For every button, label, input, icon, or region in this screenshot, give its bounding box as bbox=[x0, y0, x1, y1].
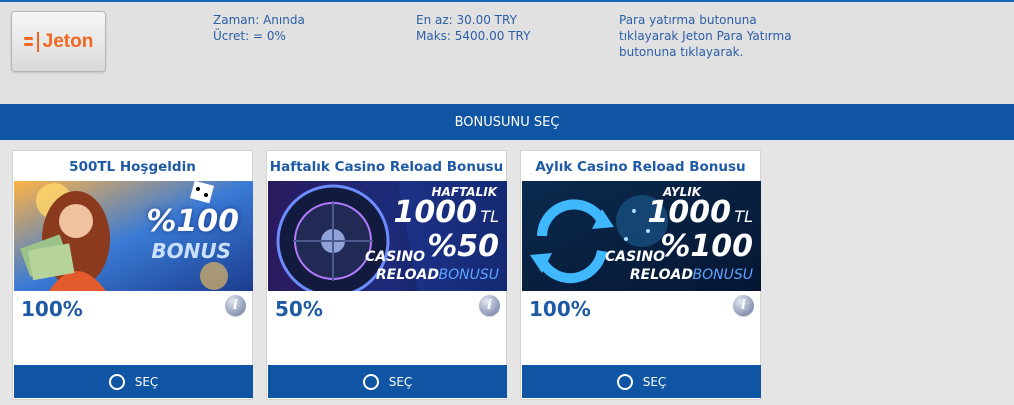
info-icon[interactable]: i bbox=[479, 295, 500, 316]
info-icon[interactable]: i bbox=[733, 295, 754, 316]
bonus-percentage: 100% bbox=[21, 297, 83, 321]
jeton-payment-button[interactable]: Jeton bbox=[11, 11, 106, 72]
select-label: SEÇ bbox=[388, 374, 413, 389]
bonus-banner-image: HAFTALIK 1000 TL %50 CASINO RELOAD BONUS… bbox=[268, 181, 507, 291]
info-icon[interactable]: i bbox=[225, 295, 246, 316]
select-bonus-button[interactable]: SEÇ bbox=[522, 365, 761, 398]
bonus-percentage: 50% bbox=[275, 297, 323, 321]
select-label: SEÇ bbox=[134, 374, 159, 389]
select-bonus-button[interactable]: SEÇ bbox=[14, 365, 253, 398]
select-bonus-button[interactable]: SEÇ bbox=[268, 365, 507, 398]
radio-icon[interactable] bbox=[108, 373, 125, 390]
bonus-percentage: 100% bbox=[529, 297, 591, 321]
bonus-card-welcome: 500TL Hoşgeldin %100 BONUS 100% i SEÇ bbox=[12, 150, 253, 400]
radio-icon[interactable] bbox=[616, 373, 633, 390]
banner-unit-text: TL bbox=[734, 207, 753, 226]
payment-method-panel: Jeton Zaman: Anında Ücret: = 0% En az: 3… bbox=[0, 2, 1014, 104]
banner-percent-text: %100 bbox=[146, 204, 239, 239]
banner-bonus-text: BONUS bbox=[151, 239, 231, 263]
select-label: SEÇ bbox=[642, 374, 667, 389]
max-label: Maks: 5400.00 TRY bbox=[416, 29, 531, 43]
jeton-logo-icon bbox=[23, 37, 33, 46]
time-label: Zaman: Anında bbox=[213, 13, 305, 27]
bonus-card-title: 500TL Hoşgeldin bbox=[69, 159, 196, 175]
banner-bonusu-text: BONUSU bbox=[438, 267, 499, 283]
bonus-card-title: Haftalık Casino Reload Bonusu bbox=[269, 159, 504, 175]
bonus-card-weekly-reload: Haftalık Casino Reload Bonusu HAFTALIK 1… bbox=[266, 150, 507, 400]
bonus-banner-image: %100 BONUS bbox=[14, 181, 253, 291]
payment-description: Para yatırma butonuna tıklayarak Jeton P… bbox=[619, 13, 792, 59]
banner-casino-text: CASINO bbox=[604, 249, 665, 265]
limits-info: En az: 30.00 TRY Maks: 5400.00 TRY bbox=[416, 12, 530, 44]
banner-amount-text: 1000 bbox=[393, 195, 478, 230]
banner-bonusu-text: BONUSU bbox=[692, 267, 753, 283]
bonus-card-monthly-reload: Aylık Casino Reload Bonusu AYLIK 1000 TL… bbox=[520, 150, 761, 400]
timing-fee-info: Zaman: Anında Ücret: = 0% bbox=[213, 12, 305, 44]
banner-reload-text: RELOAD bbox=[375, 267, 439, 283]
bonus-card-title: Aylık Casino Reload Bonusu bbox=[535, 159, 746, 175]
jeton-logo-text: Jeton bbox=[42, 30, 94, 52]
banner-unit-text: TL bbox=[480, 207, 499, 226]
fee-label: Ücret: = 0% bbox=[213, 29, 286, 43]
banner-rate-text: %100 bbox=[660, 229, 753, 264]
radio-icon[interactable] bbox=[362, 373, 379, 390]
banner-casino-text: CASINO bbox=[364, 249, 425, 265]
banner-rate-text: %50 bbox=[427, 229, 499, 264]
bonus-section-header: BONUSUNU SEÇ bbox=[0, 104, 1014, 140]
bonus-cards: 500TL Hoşgeldin %100 BONUS 100% i SEÇ Ha… bbox=[0, 140, 1014, 405]
bonus-banner-image: AYLIK 1000 TL %100 CASINO RELOAD BONUSU bbox=[522, 181, 761, 291]
banner-reload-text: RELOAD bbox=[629, 267, 693, 283]
banner-amount-text: 1000 bbox=[647, 195, 732, 230]
min-label: En az: 30.00 TRY bbox=[416, 13, 517, 27]
